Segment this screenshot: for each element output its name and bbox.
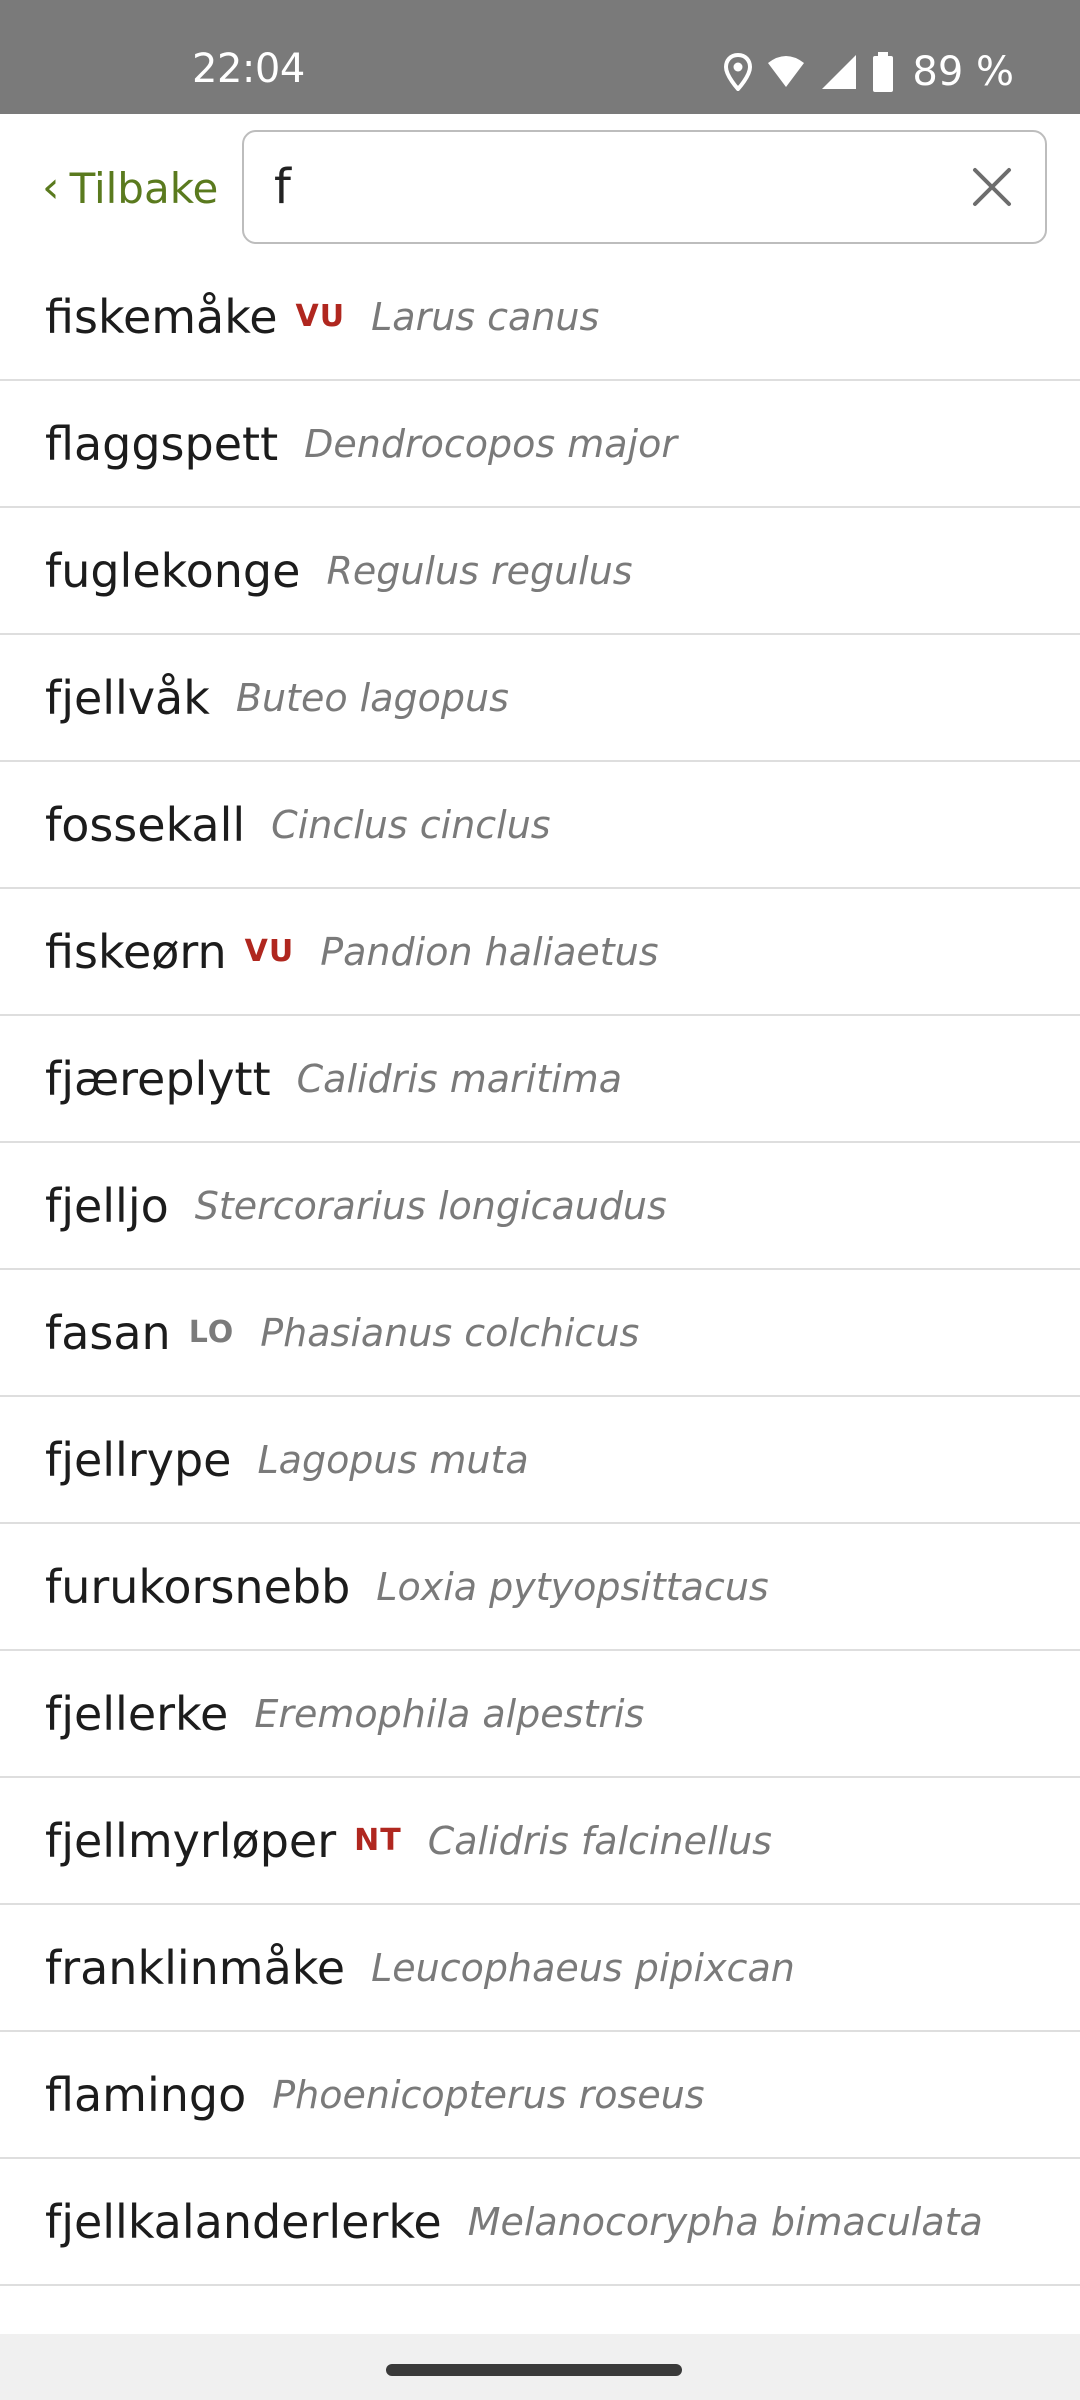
- home-indicator[interactable]: [386, 2364, 682, 2376]
- back-label: Tilbake: [69, 163, 219, 213]
- species-latin-name: Loxia pytyopsittacus: [376, 1564, 769, 1609]
- location-icon: [724, 53, 753, 91]
- species-latin-name: Buteo lagopus: [235, 675, 509, 720]
- list-item[interactable]: fossekall Cinclus cinclus: [0, 762, 1080, 889]
- species-common-name: fjellerke: [45, 1686, 229, 1741]
- search-input[interactable]: [274, 132, 954, 242]
- list-item[interactable]: fjellrype Lagopus muta: [0, 1397, 1080, 1524]
- species-common-name: fiskeørn: [45, 924, 227, 979]
- battery-icon: [872, 52, 894, 92]
- species-common-name: fuglekonge: [45, 543, 301, 598]
- list-item[interactable]: fasan LO Phasianus colchicus: [0, 1270, 1080, 1397]
- species-latin-name: Eremophila alpestris: [254, 1691, 645, 1736]
- list-item[interactable]: fjellmyrløper NT Calidris falcinellus: [0, 1778, 1080, 1905]
- status-icons: 89 %: [724, 49, 1014, 95]
- list-item[interactable]: fuglekonge Regulus regulus: [0, 508, 1080, 635]
- species-latin-name: Phoenicopterus roseus: [272, 2072, 705, 2117]
- species-latin-name: Leucophaeus pipixcan: [371, 1945, 795, 1990]
- clear-search-button[interactable]: [969, 164, 1015, 210]
- species-common-name: fasan: [45, 1305, 171, 1360]
- species-common-name: fjellkalanderlerke: [45, 2194, 442, 2249]
- status-time: 22:04: [192, 46, 305, 92]
- species-common-name: fjellvåk: [45, 670, 210, 725]
- navigation-bar: [0, 2334, 1080, 2400]
- list-item[interactable]: flaggspett Dendrocopos major: [0, 381, 1080, 508]
- back-button[interactable]: ‹ Tilbake: [42, 158, 218, 218]
- species-latin-name: Larus canus: [371, 294, 600, 339]
- close-icon: [973, 168, 1011, 206]
- list-item[interactable]: franklinmåke Leucophaeus pipixcan: [0, 1905, 1080, 2032]
- species-latin-name: Pandion haliaetus: [320, 929, 659, 974]
- species-latin-name: Phasianus colchicus: [260, 1310, 640, 1355]
- status-badge: NT: [354, 1823, 402, 1858]
- list-item[interactable]: flamingo Phoenicopterus roseus: [0, 2032, 1080, 2159]
- species-latin-name: Dendrocopos major: [304, 421, 677, 466]
- species-common-name: fjæreplytt: [45, 1051, 271, 1106]
- list-item[interactable]: fiskeørn VU Pandion haliaetus: [0, 889, 1080, 1016]
- species-latin-name: Stercorarius longicaudus: [194, 1183, 667, 1228]
- species-latin-name: Lagopus muta: [257, 1437, 529, 1482]
- species-common-name: fiskemåke: [45, 289, 278, 344]
- chevron-left-icon: ‹: [42, 162, 60, 213]
- species-common-name: franklinmåke: [45, 1940, 346, 1995]
- species-common-name: fjellrype: [45, 1432, 232, 1487]
- search-box[interactable]: [242, 130, 1047, 244]
- species-common-name: fjelljo: [45, 1178, 169, 1233]
- list-item[interactable]: fjellvåk Buteo lagopus: [0, 635, 1080, 762]
- species-latin-name: Calidris maritima: [296, 1056, 622, 1101]
- status-badge: VU: [244, 934, 295, 969]
- species-common-name: fjellmyrløper: [45, 1813, 337, 1868]
- species-common-name: fossekall: [45, 797, 246, 852]
- battery-percentage: 89 %: [912, 49, 1014, 95]
- status-badge: VU: [295, 299, 346, 334]
- species-common-name: furukorsnebb: [45, 1559, 351, 1614]
- species-latin-name: Cinclus cinclus: [271, 802, 551, 847]
- list-item[interactable]: fjellerke Eremophila alpestris: [0, 1651, 1080, 1778]
- species-latin-name: Melanocorypha bimaculata: [467, 2199, 983, 2244]
- search-header: ‹ Tilbake: [0, 114, 1080, 254]
- species-latin-name: Regulus regulus: [326, 548, 633, 593]
- signal-icon: [820, 53, 858, 91]
- wifi-icon: [766, 55, 806, 89]
- species-common-name: flaggspett: [45, 416, 279, 471]
- status-bar: 22:04 89 %: [0, 0, 1080, 114]
- results-list: fiskemåke VU Larus canus flaggspett Dendroco…: [0, 254, 1080, 2334]
- list-item[interactable]: fjæreplytt Calidris maritima: [0, 1016, 1080, 1143]
- species-latin-name: Calidris falcinellus: [427, 1818, 772, 1863]
- status-badge: LO: [188, 1315, 235, 1350]
- list-item[interactable]: fjelljo Stercorarius longicaudus: [0, 1143, 1080, 1270]
- list-item[interactable]: furukorsnebb Loxia pytyopsittacus: [0, 1524, 1080, 1651]
- list-item[interactable]: fiskemåke VU Larus canus: [0, 254, 1080, 381]
- list-item[interactable]: fjellkalanderlerke Melanocorypha bimacula…: [0, 2159, 1080, 2286]
- species-common-name: flamingo: [45, 2067, 247, 2122]
